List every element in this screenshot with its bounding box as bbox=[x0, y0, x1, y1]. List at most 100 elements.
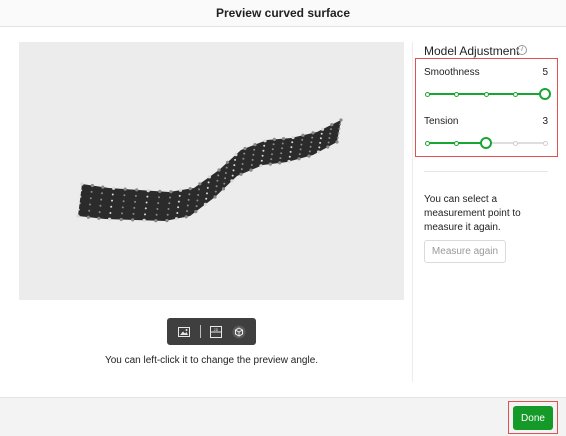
measurement-point[interactable] bbox=[146, 189, 150, 193]
measurement-point[interactable] bbox=[206, 192, 208, 195]
measurement-point[interactable] bbox=[158, 189, 162, 193]
measurement-point[interactable] bbox=[263, 139, 267, 143]
measurement-point[interactable] bbox=[287, 159, 291, 164]
measurement-point[interactable] bbox=[300, 143, 303, 146]
measurement-point[interactable] bbox=[177, 200, 180, 203]
measurement-point[interactable] bbox=[78, 202, 81, 205]
measurement-point[interactable] bbox=[156, 208, 159, 210]
measurement-point[interactable] bbox=[184, 215, 188, 219]
measurement-point[interactable] bbox=[110, 205, 113, 208]
measurement-point[interactable] bbox=[217, 168, 221, 172]
measurement-point[interactable] bbox=[240, 168, 243, 171]
measurement-point[interactable] bbox=[176, 212, 179, 214]
measurement-point[interactable] bbox=[111, 193, 114, 196]
measurement-point[interactable] bbox=[234, 158, 237, 161]
measurement-point[interactable] bbox=[144, 213, 146, 216]
measurement-point[interactable] bbox=[224, 177, 227, 180]
measurement-point[interactable] bbox=[197, 194, 200, 196]
measurement-point[interactable] bbox=[298, 153, 301, 156]
measurement-point[interactable] bbox=[253, 143, 257, 147]
measurement-point[interactable] bbox=[234, 153, 238, 157]
measurement-point[interactable] bbox=[243, 152, 246, 155]
measurement-point[interactable] bbox=[309, 145, 312, 148]
measurement-point[interactable] bbox=[166, 213, 169, 216]
measurement-point[interactable] bbox=[188, 193, 191, 196]
measurement-point[interactable] bbox=[169, 190, 173, 194]
measurement-point[interactable] bbox=[329, 132, 332, 135]
measurement-point[interactable] bbox=[112, 186, 116, 190]
measurement-point[interactable] bbox=[297, 157, 301, 161]
measurement-point[interactable] bbox=[165, 219, 169, 223]
measurement-point[interactable] bbox=[178, 194, 181, 197]
measurement-point[interactable] bbox=[195, 205, 198, 208]
measurement-point[interactable] bbox=[79, 195, 82, 198]
measurement-point[interactable] bbox=[77, 208, 80, 211]
measurement-point[interactable] bbox=[132, 212, 135, 215]
measurement-point[interactable] bbox=[178, 188, 183, 192]
slider-step-dot[interactable] bbox=[513, 140, 518, 146]
flat-view-icon[interactable]: 2D bbox=[207, 323, 224, 340]
measurement-point[interactable] bbox=[337, 132, 340, 135]
measurement-point[interactable] bbox=[86, 215, 90, 219]
curved-surface-model[interactable] bbox=[19, 42, 404, 300]
slider-step-dot[interactable] bbox=[513, 91, 518, 97]
measurement-point[interactable] bbox=[198, 182, 202, 186]
measurement-point[interactable] bbox=[98, 211, 101, 214]
measurement-point[interactable] bbox=[272, 143, 275, 146]
measurement-point[interactable] bbox=[177, 206, 180, 209]
measurement-point[interactable] bbox=[215, 185, 218, 188]
measurement-point[interactable] bbox=[311, 131, 315, 135]
measurement-point[interactable] bbox=[154, 219, 158, 223]
measurement-point[interactable] bbox=[108, 217, 112, 221]
measurement-point[interactable] bbox=[280, 152, 283, 155]
measurement-point[interactable] bbox=[123, 194, 126, 197]
measurement-point[interactable] bbox=[217, 174, 220, 177]
measurement-point[interactable] bbox=[327, 141, 330, 144]
measurement-point[interactable] bbox=[326, 145, 330, 149]
done-button[interactable]: Done bbox=[513, 406, 553, 430]
measurement-point[interactable] bbox=[252, 153, 255, 156]
measurement-point[interactable] bbox=[290, 146, 293, 149]
measurement-point[interactable] bbox=[308, 150, 311, 153]
measurement-point[interactable] bbox=[135, 188, 139, 192]
measurement-point[interactable] bbox=[144, 207, 147, 210]
measurement-point[interactable] bbox=[328, 137, 331, 139]
slider-step-dot[interactable] bbox=[424, 91, 430, 97]
measurement-point[interactable] bbox=[233, 164, 236, 167]
measurement-point[interactable] bbox=[307, 154, 311, 158]
measurement-point[interactable] bbox=[330, 128, 332, 131]
measurement-point[interactable] bbox=[330, 123, 334, 127]
measurement-point[interactable] bbox=[281, 147, 283, 150]
measurement-point[interactable] bbox=[155, 213, 158, 216]
measurement-point[interactable] bbox=[111, 199, 113, 202]
measurement-point[interactable] bbox=[216, 179, 219, 182]
measurement-point[interactable] bbox=[198, 188, 200, 191]
slider-thumb[interactable] bbox=[539, 88, 551, 100]
measurement-point[interactable] bbox=[318, 146, 321, 149]
measurement-point[interactable] bbox=[188, 187, 192, 191]
image-view-icon[interactable] bbox=[175, 323, 192, 340]
measurement-point[interactable] bbox=[268, 162, 272, 166]
measurement-point[interactable] bbox=[90, 190, 93, 193]
measurement-point[interactable] bbox=[272, 137, 276, 141]
measurement-point[interactable] bbox=[241, 163, 244, 165]
measurement-point[interactable] bbox=[101, 192, 103, 195]
measurement-point[interactable] bbox=[134, 200, 137, 203]
measurement-point[interactable] bbox=[97, 216, 101, 220]
measurement-point[interactable] bbox=[205, 197, 208, 200]
measurement-point[interactable] bbox=[142, 218, 146, 222]
measurement-point[interactable] bbox=[186, 204, 189, 207]
measurement-point[interactable] bbox=[243, 146, 247, 151]
measurement-point[interactable] bbox=[299, 148, 302, 151]
measurement-point[interactable] bbox=[214, 190, 217, 193]
measurement-point[interactable] bbox=[223, 182, 226, 185]
measurement-point[interactable] bbox=[207, 175, 211, 179]
slider-step-dot[interactable] bbox=[542, 140, 548, 146]
slider-step-dot[interactable] bbox=[424, 140, 430, 146]
measurement-point[interactable] bbox=[262, 149, 265, 152]
measurement-point[interactable] bbox=[123, 187, 127, 191]
measurement-point[interactable] bbox=[259, 164, 263, 168]
slider-step-dot[interactable] bbox=[483, 91, 489, 97]
measurement-point[interactable] bbox=[131, 218, 135, 222]
measurement-point[interactable] bbox=[239, 172, 243, 176]
